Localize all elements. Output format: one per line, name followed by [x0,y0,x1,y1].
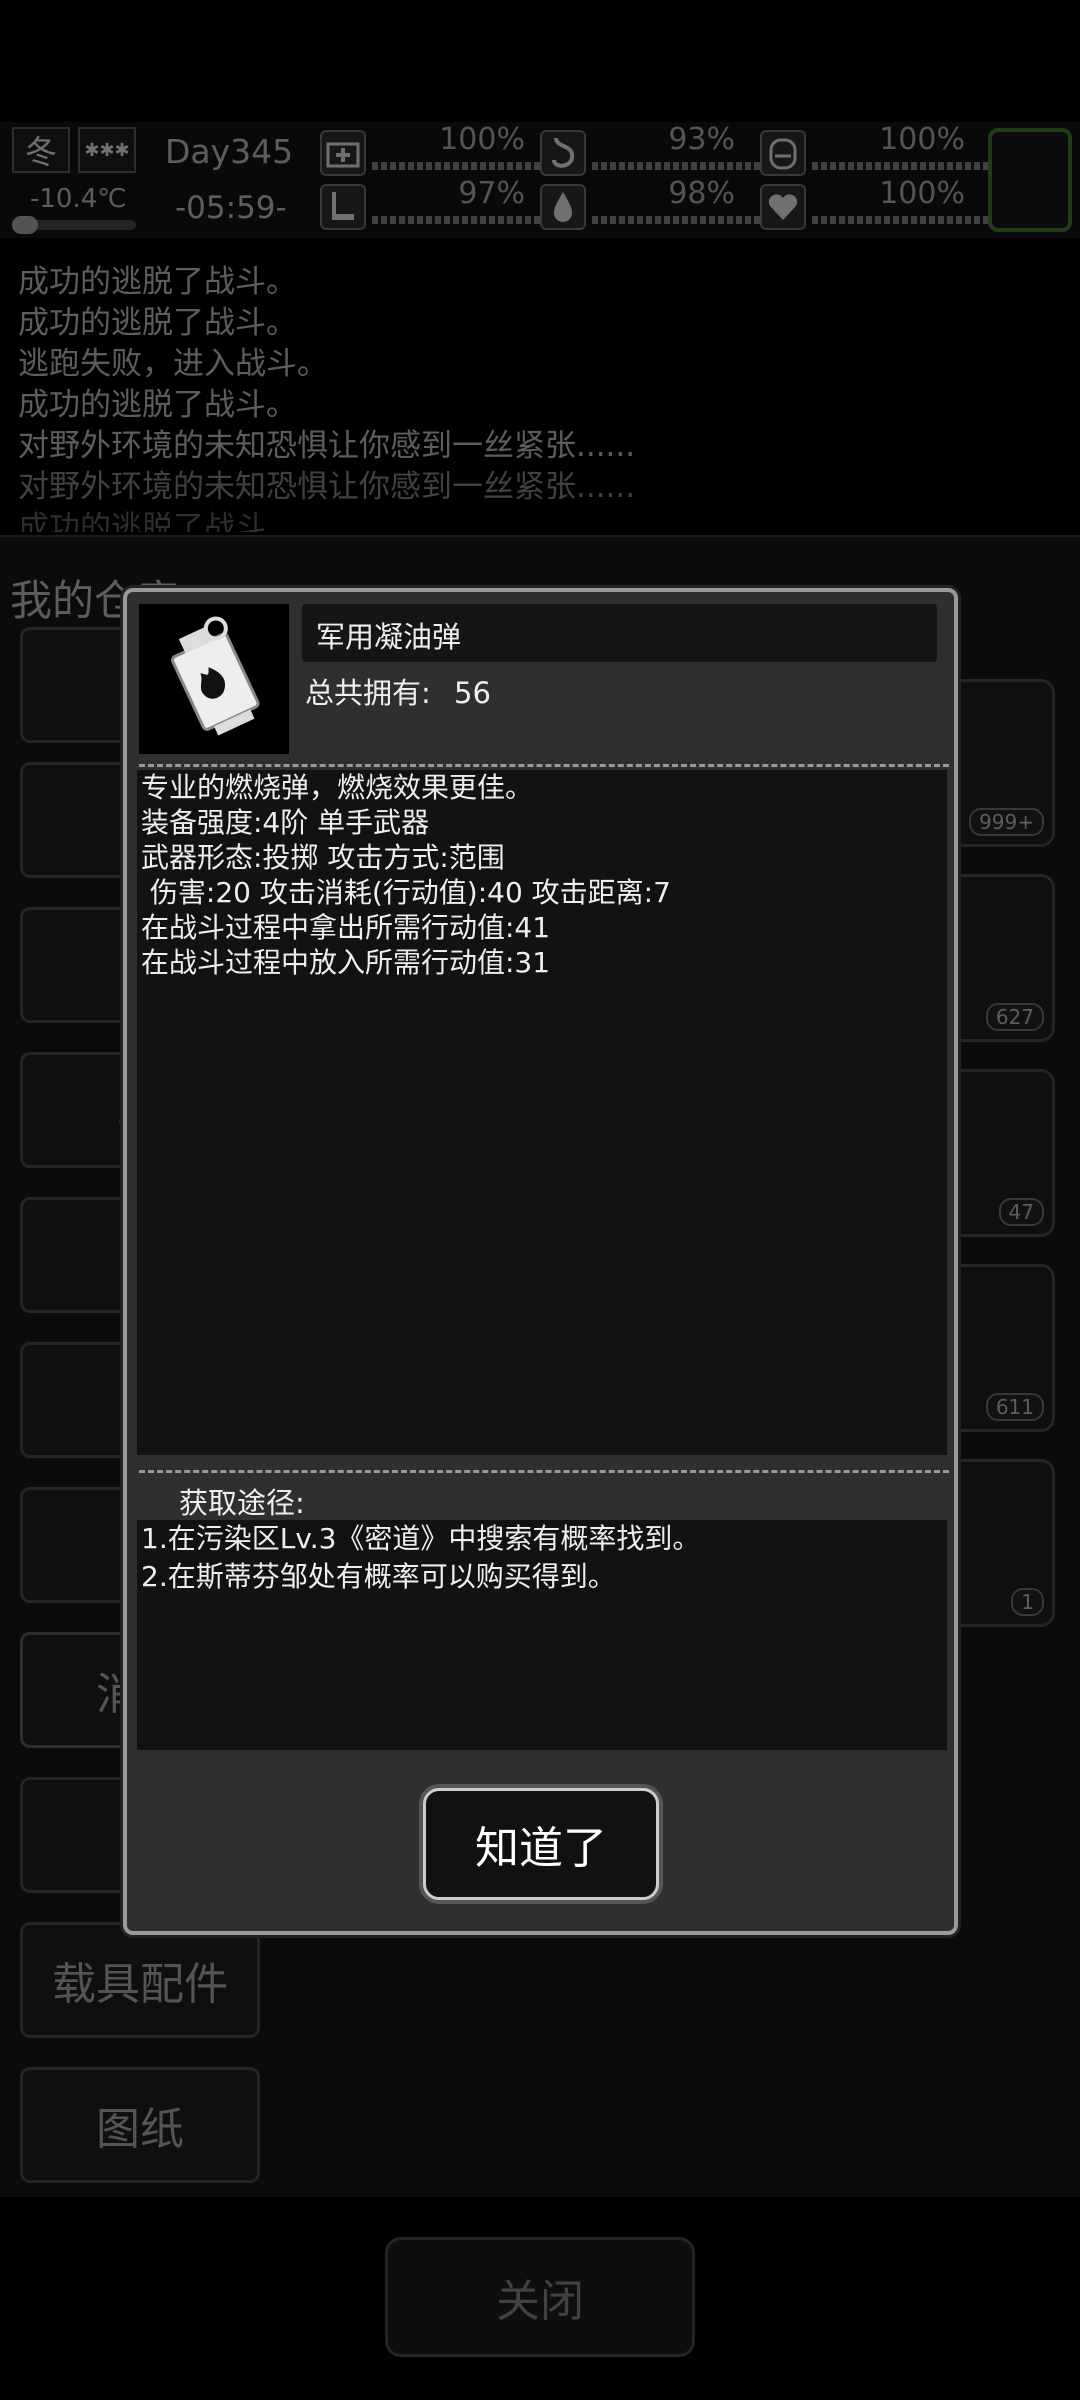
divider [139,764,949,767]
source-list: 1.在污染区Lv.3《密道》中搜索有概率找到。 2.在斯蒂芬邹处有概率可以购买得… [137,1520,947,1750]
napalm-grenade-icon [139,604,289,754]
source-line: 1.在污染区Lv.3《密道》中搜索有概率找到。 [141,1522,701,1555]
owned-count: 56 [454,676,491,710]
owned-row: 总共拥有: 56 [305,670,491,712]
source-line: 2.在斯蒂芬邹处有概率可以购买得到。 [141,1560,616,1593]
description-line: 专业的燃烧弹，燃烧效果更佳。 [141,771,534,804]
got-it-button[interactable]: 知道了 [423,1788,659,1900]
item-name-bar: 军用凝油弹 [302,604,937,662]
owned-label: 总共拥有: [305,676,431,710]
description-line: 在战斗过程中拿出所需行动值:41 [141,911,551,944]
description-line: 装备强度:4阶 单手武器 [141,806,430,839]
description-line: 武器形态:投掷 攻击方式:范围 [141,841,505,874]
description-line: 在战斗过程中放入所需行动值:31 [141,946,551,979]
description-line: 伤害:20 攻击消耗(行动值):40 攻击距离:7 [141,876,671,909]
item-description: 专业的燃烧弹，燃烧效果更佳。 装备强度:4阶 单手武器 武器形态:投掷 攻击方式… [137,770,947,1455]
item-name: 军用凝油弹 [316,620,462,654]
divider [139,1470,949,1473]
item-detail-dialog: 军用凝油弹 总共拥有: 56 专业的燃烧弹，燃烧效果更佳。 装备强度:4阶 单手… [123,588,958,1935]
source-title: 获取途径: [179,1486,305,1520]
